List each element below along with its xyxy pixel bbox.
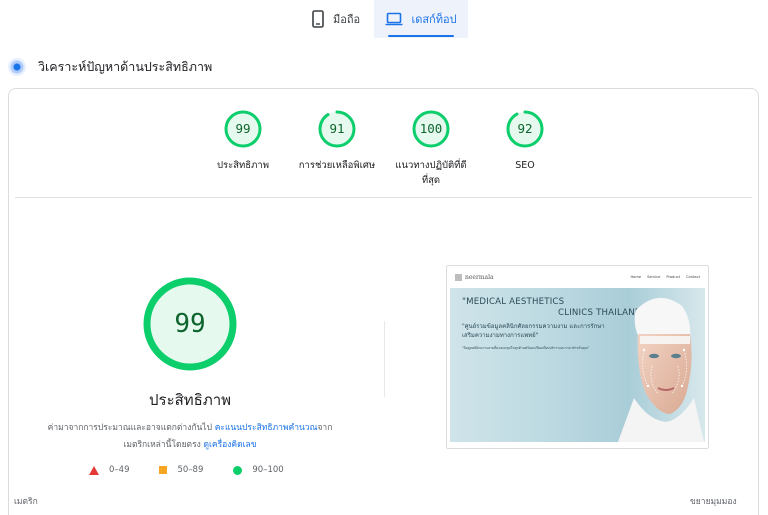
performance-title: ประสิทธิภาพ (148, 391, 232, 409)
desc-text: ค่ามาจากการประมาณและอาจแตกต่างกันไป (47, 423, 215, 433)
score-value: 91 (329, 121, 345, 136)
score-gauge: 100 (411, 109, 451, 149)
score-seo[interactable]: 92 SEO (475, 109, 575, 173)
screenshot-menu: Home Service Product Contact (630, 275, 700, 279)
performance-description: ค่ามาจากการประมาณและอาจแตกต่างกันไป คะแน… (29, 420, 351, 454)
screenshot-navbar: neermala Home Service Product Contact (447, 266, 708, 288)
tab-desktop[interactable]: เดสก์ท็อป (374, 0, 468, 38)
laptop-icon (385, 12, 403, 26)
metrics-heading: เมตริก (14, 497, 38, 507)
square-icon (159, 466, 168, 474)
desc-text: จาก (317, 423, 333, 433)
device-tabs: มือถือ เดสก์ท็อป (0, 0, 768, 38)
tab-mobile[interactable]: มือถือ (303, 0, 373, 38)
smartphone-icon (312, 10, 324, 28)
hero-small-text: "ข้อมูลคลินิกความงามที่ครอบคลุมในทุกด้าน… (462, 346, 590, 350)
score-gauge: 91 (317, 109, 357, 149)
score-best-practices[interactable]: 100 แนวทางปฏิบัติที่ดี ที่สุด (381, 109, 481, 188)
performance-gauge: 99 (142, 276, 238, 372)
hero-subtitle: "ศูนย์รวมข้อมูลคลินิกศัลยกรรมความงาม และ… (462, 323, 605, 339)
section-header: วิเคราะห์ปัญหาด้านประสิทธิภาพ (8, 56, 212, 78)
legend-bad: 0–49 (89, 465, 129, 475)
score-gauge: 99 (223, 109, 263, 149)
score-value: 100 (419, 121, 443, 136)
calculator-link[interactable]: ดูเครื่องคิดเลข (203, 440, 256, 450)
performance-score: 99 (174, 309, 206, 339)
score-gauge: 92 (505, 109, 545, 149)
screenshot-logo: neermala (465, 273, 494, 281)
legend-good: 90–100 (233, 465, 284, 475)
screenshot-hero: "MEDICAL AESTHETICS CLINICS THAILAND" "ศ… (450, 288, 705, 442)
report-card: 99 ประสิทธิภาพ 91 การช่วยเหลือพิเศษ 100 … (8, 88, 759, 515)
score-label: SEO (515, 160, 535, 171)
score-accessibility[interactable]: 91 การช่วยเหลือพิเศษ (287, 109, 387, 173)
hero-headline: "MEDICAL AESTHETICS (462, 297, 565, 307)
tab-mobile-label: มือถือ (333, 13, 361, 26)
desc-text: เมตริกเหล่านี้โดยตรง (123, 440, 204, 450)
score-value: 99 (235, 121, 251, 136)
score-legend: 0–49 50–89 90–100 (89, 463, 314, 477)
score-calculation-link[interactable]: คะแนนประสิทธิภาพคำนวณ (215, 423, 318, 433)
vertical-divider (384, 321, 385, 397)
pulse-icon (8, 58, 26, 76)
logo-icon (455, 273, 462, 281)
legend-average: 50–89 (159, 465, 203, 475)
score-label: การช่วยเหลือพิเศษ (298, 160, 376, 171)
score-label: ประสิทธิภาพ (217, 160, 269, 171)
triangle-icon (89, 465, 99, 475)
score-performance[interactable]: 99 ประสิทธิภาพ (193, 109, 293, 173)
face-illustration (618, 297, 704, 442)
score-value: 92 (517, 121, 533, 136)
expand-view-toggle[interactable]: ขยายมุมมอง (690, 494, 737, 508)
circle-icon (233, 465, 243, 475)
page-screenshot: neermala Home Service Product Contact "M… (446, 265, 709, 449)
divider (15, 197, 752, 198)
score-label: แนวทางปฏิบัติที่ดี ที่สุด (395, 160, 467, 186)
section-title: วิเคราะห์ปัญหาด้านประสิทธิภาพ (38, 59, 213, 74)
tab-desktop-label: เดสก์ท็อป (411, 13, 457, 26)
active-tab-indicator (388, 35, 454, 37)
